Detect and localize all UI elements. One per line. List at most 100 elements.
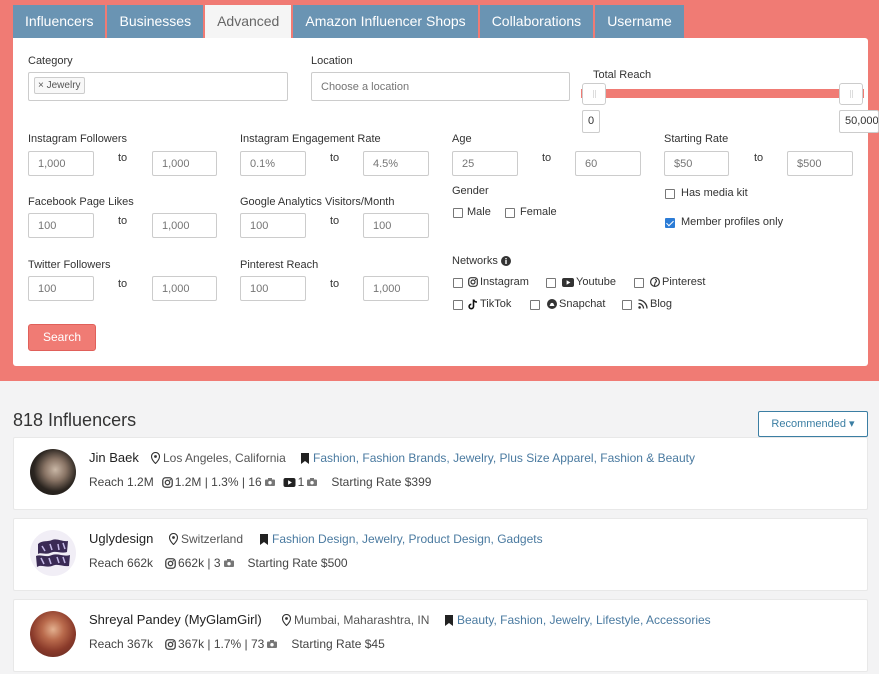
bookmark-icon (445, 614, 453, 626)
network-snapchat-text: Snapchat (559, 298, 606, 310)
categories-text[interactable]: Fashion Design, Jewelry, Product Design,… (272, 532, 543, 546)
location-input[interactable] (311, 72, 570, 101)
category-input[interactable]: × Jewelry (28, 72, 288, 101)
starting-rate-from[interactable] (664, 151, 729, 176)
twitter-followers-label: Twitter Followers (28, 259, 111, 271)
google-analytics-from[interactable] (240, 213, 306, 238)
tab-businesses[interactable]: Businesses (107, 5, 204, 38)
total-reach-slider-track[interactable] (581, 89, 864, 98)
avatar[interactable] (30, 611, 76, 657)
network-tiktok-checkbox[interactable] (453, 300, 463, 310)
search-button[interactable]: Search (28, 324, 96, 351)
network-pinterest-text: Pinterest (662, 276, 706, 288)
network-blog-label: Blog (638, 298, 672, 310)
age-from[interactable] (452, 151, 518, 176)
pinterest-reach-to[interactable] (363, 276, 429, 301)
map-pin-icon (282, 614, 291, 626)
networks-label: Networks (452, 255, 498, 267)
avatar[interactable] (30, 449, 76, 495)
starting-rate-text: Starting Rate $45 (291, 637, 385, 651)
camera-icon (223, 559, 234, 567)
tab-influencers[interactable]: Influencers (13, 5, 106, 38)
network-instagram-checkbox[interactable] (453, 278, 463, 288)
influencer-card[interactable]: Uglydesign Switzerland Fashion Design, J… (13, 518, 868, 591)
map-pin-icon (151, 452, 160, 464)
influencer-categories: Beauty, Fashion, Jewelry, Lifestyle, Acc… (445, 613, 711, 627)
instagram-icon (165, 557, 176, 569)
network-pinterest-checkbox[interactable] (634, 278, 644, 288)
info-icon[interactable] (500, 256, 511, 266)
twitter-followers-from[interactable] (28, 276, 94, 301)
age-label: Age (452, 133, 472, 145)
has-media-kit-checkbox[interactable] (665, 189, 675, 199)
instagram-engagement-label: Instagram Engagement Rate (240, 133, 381, 145)
instagram-engagement-to[interactable] (363, 151, 429, 176)
facebook-likes-to[interactable] (152, 213, 217, 238)
total-reach-label: Total Reach (593, 69, 652, 81)
to-label: to (754, 152, 764, 164)
network-blog-checkbox[interactable] (622, 300, 632, 310)
snapchat-icon (547, 299, 557, 309)
total-reach-max-value: 50,000 (839, 110, 879, 133)
tab-collaborations[interactable]: Collaborations (479, 5, 594, 38)
instagram-followers-to[interactable] (152, 151, 217, 176)
twitter-followers-to[interactable] (152, 276, 217, 301)
has-media-kit-label: Has media kit (681, 187, 748, 199)
sort-dropdown[interactable]: Recommended ▾ (758, 411, 868, 437)
influencer-card[interactable]: Shreyal Pandey (MyGlamGirl) Mumbai, Maha… (13, 599, 868, 672)
facebook-likes-from[interactable] (28, 213, 94, 238)
tab-advanced[interactable]: Advanced (205, 5, 292, 38)
instagram-followers-from[interactable] (28, 151, 94, 176)
uglydesign-logo-icon (36, 539, 70, 567)
influencer-stats: Reach 1.2M 1.2M | 1.3% | 16 1 Starting R… (89, 475, 431, 489)
influencer-name[interactable]: Jin Baek (89, 450, 139, 465)
network-instagram-label: Instagram (468, 276, 529, 288)
influencer-location: Mumbai, Maharashtra, IN (282, 613, 429, 627)
reach-text: Reach 1.2M (89, 475, 154, 489)
influencer-name[interactable]: Uglydesign (89, 531, 153, 546)
pinterest-reach-from[interactable] (240, 276, 306, 301)
categories-text[interactable]: Fashion, Fashion Brands, Jewelry, Plus S… (313, 451, 695, 465)
avatar[interactable] (30, 530, 76, 576)
total-reach-max-handle[interactable] (839, 83, 863, 105)
influencer-name[interactable]: Shreyal Pandey (MyGlamGirl) (89, 612, 262, 627)
instagram-icon (165, 638, 176, 650)
instagram-icon (468, 277, 478, 287)
location-text: Mumbai, Maharashtra, IN (294, 613, 430, 627)
location-text: Los Angeles, California (163, 451, 286, 465)
tab-amazon-influencer-shops[interactable]: Amazon Influencer Shops (293, 5, 478, 38)
chip-remove-icon[interactable]: × (38, 80, 44, 91)
google-analytics-to[interactable] (363, 213, 429, 238)
gender-female-checkbox[interactable] (505, 208, 515, 218)
pinterest-icon (650, 277, 660, 287)
network-youtube-checkbox[interactable] (546, 278, 556, 288)
member-profiles-only-checkbox[interactable] (665, 218, 675, 228)
youtube-icon (562, 277, 574, 287)
to-label: to (118, 278, 128, 290)
total-reach-min-value: 0 (582, 110, 601, 133)
camera-icon (307, 478, 318, 486)
bookmark-icon (301, 452, 309, 464)
youtube-stats-text: 1 (297, 475, 305, 489)
starting-rate-to[interactable] (787, 151, 853, 176)
tab-username[interactable]: Username (595, 5, 684, 38)
influencer-stats: Reach 662k 662k | 3 Starting Rate $500 (89, 556, 348, 570)
camera-icon (267, 640, 278, 648)
gender-male-checkbox[interactable] (453, 208, 463, 218)
influencer-stats: Reach 367k 367k | 1.7% | 73 Starting Rat… (89, 637, 385, 651)
search-tabs: Influencers Businesses Advanced Amazon I… (13, 5, 686, 38)
instagram-engagement-from[interactable] (240, 151, 306, 176)
network-snapchat-checkbox[interactable] (530, 300, 540, 310)
instagram-stats-text: 367k | 1.7% | 73 (178, 637, 265, 651)
results-count: 818 Influencers (13, 410, 137, 430)
to-label: to (330, 215, 340, 227)
age-to[interactable] (575, 151, 641, 176)
categories-text[interactable]: Beauty, Fashion, Jewelry, Lifestyle, Acc… (457, 613, 711, 627)
total-reach-min-handle[interactable] (582, 83, 606, 105)
category-chip[interactable]: × Jewelry (34, 77, 85, 94)
network-youtube-text: Youtube (576, 276, 616, 288)
influencer-card[interactable]: Jin Baek Los Angeles, California Fashion… (13, 437, 868, 510)
facebook-likes-label: Facebook Page Likes (28, 196, 134, 208)
reach-text: Reach 367k (89, 637, 154, 651)
to-label: to (118, 215, 128, 227)
